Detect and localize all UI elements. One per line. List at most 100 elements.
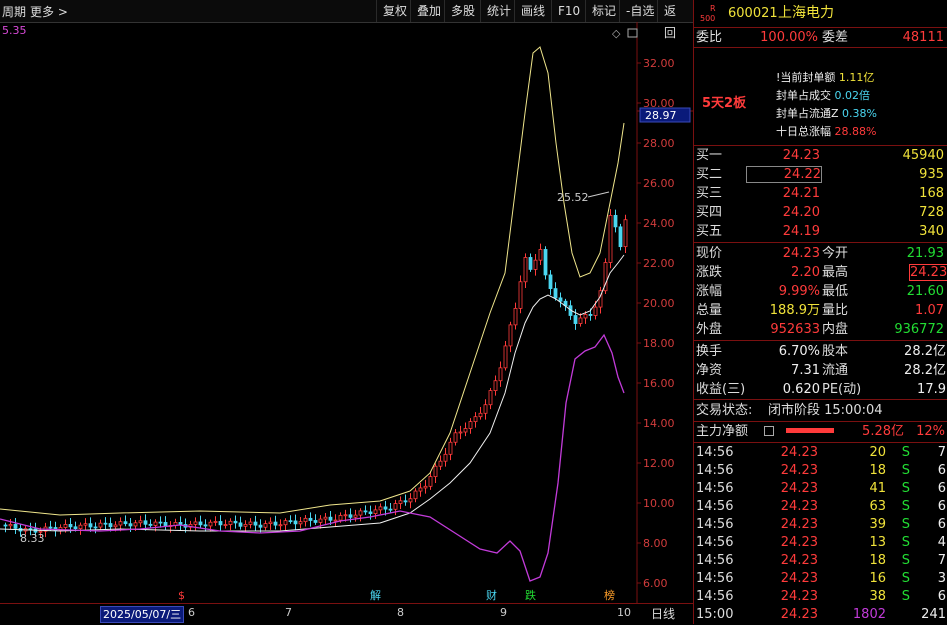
candle-body: [528, 257, 533, 270]
candle-body: [318, 518, 323, 523]
candle-body: [78, 524, 83, 530]
bid-row[interactable]: 买五 24.19 340: [694, 222, 947, 241]
kline-chart-area[interactable]: ◇ 32.00 30.00 28.00 26.00 24.00 22.00 20.00 18.…: [0, 22, 693, 603]
candle-body: [88, 523, 93, 528]
bid-row[interactable]: 买一 24.23 45940: [694, 146, 947, 165]
tick-volume: 16: [869, 571, 886, 586]
draw-line-button[interactable]: 画线: [514, 0, 551, 22]
bid-row[interactable]: 买二 24.22 935: [694, 165, 947, 184]
candle-body: [573, 315, 578, 324]
stock-terminal-window: 周期 更多 > 复权 叠加 多股 统计 画线 F10 标记 -自选 返回 ◇ 3…: [0, 0, 947, 624]
finance-marker[interactable]: 财: [486, 588, 497, 602]
candle-body: [143, 520, 148, 525]
candle-body: [498, 367, 503, 382]
tick-count: 4: [937, 535, 946, 550]
candle-body: [108, 523, 113, 528]
tick-side: S: [901, 499, 910, 514]
quote-value: 188.9万: [769, 303, 820, 318]
f10-button[interactable]: F10: [551, 0, 586, 22]
candle-body: [228, 520, 233, 525]
overlay-button[interactable]: 叠加: [410, 0, 447, 22]
candle-body: [48, 526, 53, 529]
bid-row[interactable]: 买三 24.21 168: [694, 184, 947, 203]
tick-price: 24.23: [780, 535, 818, 550]
quote-value: 9.99%: [778, 284, 820, 299]
kline-chart[interactable]: ◇ 32.0030.0028.0026.0024.0022.0020.0018.…: [0, 22, 693, 603]
candle-body: [343, 514, 348, 517]
board-tag: 5天2板: [702, 96, 747, 111]
mark-button[interactable]: 标记: [585, 0, 622, 22]
candle-body: [308, 517, 313, 521]
candle-body: [388, 508, 393, 511]
list-icon[interactable]: [764, 426, 774, 436]
period-selector[interactable]: 日线: [651, 605, 675, 622]
quote-row: 外盘 952633 内盘 936772: [694, 320, 947, 339]
tick-price: 24.23: [780, 445, 818, 460]
candle-body: [3, 524, 8, 527]
main-flow-value: 5.28亿: [862, 424, 904, 439]
candle-body: [488, 390, 493, 406]
status-value: 闭市阶段 15:00:04: [768, 403, 883, 418]
bid-row[interactable]: 买四 24.20 728: [694, 203, 947, 222]
candle-body: [313, 520, 318, 523]
code-badge: 500: [700, 14, 716, 23]
period-menu[interactable]: 周期: [2, 3, 26, 20]
tick-time: 14:56: [696, 517, 734, 532]
weicha-label: 委差: [822, 30, 849, 45]
candle-body: [278, 524, 283, 527]
high-annotation: 25.52: [557, 191, 589, 204]
back-button[interactable]: 返回: [657, 0, 693, 40]
candle-body: [138, 520, 143, 524]
date-cursor-label: 2025/05/07/三: [100, 606, 185, 623]
tick-row: 14:56 24.23 16 S 3: [694, 570, 947, 588]
quote-row: 涨跌 2.20 最高 24.23: [694, 263, 947, 282]
candle-body: [243, 523, 248, 527]
ma-value-label: 5.35: [2, 24, 27, 37]
candle-body: [413, 490, 418, 500]
quote-label: 涨跌: [696, 265, 723, 280]
window-icon[interactable]: [627, 28, 638, 38]
tick-count: 6: [937, 517, 946, 532]
quote-label: 最高: [822, 265, 849, 280]
candle-body: [103, 522, 108, 525]
list-marker[interactable]: 榜: [604, 588, 615, 602]
candle-body: [353, 514, 358, 518]
weibi-row: 委比 100.00% 委差 48111: [694, 28, 947, 47]
bid-volume: 45940: [902, 148, 944, 163]
drop-marker[interactable]: 跌: [525, 588, 536, 602]
candle-body: [503, 345, 508, 369]
stock-name: 上海电力: [778, 5, 834, 21]
candle-body: [518, 281, 523, 309]
ma-line: [0, 333, 625, 582]
tick-count: 6: [937, 499, 946, 514]
price-tick-label: 32.00: [643, 57, 675, 70]
fund-label: 收益(三): [696, 382, 746, 397]
tick-side: S: [901, 463, 910, 478]
fund-label: 流通: [822, 363, 849, 378]
tick-side: S: [901, 445, 910, 460]
price-tick-label: 26.00: [643, 177, 675, 190]
unlock-marker[interactable]: 解: [370, 588, 381, 602]
candle-body: [368, 511, 373, 514]
candle-body: [133, 522, 138, 527]
tick-row: 14:56 24.23 18 S 6: [694, 462, 947, 480]
stats-button[interactable]: 统计: [480, 0, 517, 22]
candle-body: [418, 487, 423, 492]
fuquan-button[interactable]: 复权: [376, 0, 413, 22]
multi-stock-button[interactable]: 多股: [444, 0, 481, 22]
candle-body: [523, 257, 528, 283]
bid-label: 买四: [696, 205, 723, 220]
tick-time: 14:56: [696, 571, 734, 586]
diamond-icon[interactable]: ◇: [612, 27, 621, 40]
tick-count: 241: [921, 607, 946, 622]
more-menu[interactable]: 更多 >: [30, 3, 68, 20]
candle-body: [373, 509, 378, 514]
remove-watchlist-button[interactable]: -自选: [619, 0, 660, 22]
month-label: 6: [188, 606, 195, 619]
candle-body: [538, 249, 543, 261]
price-tick-label: 28.00: [643, 137, 675, 150]
dividend-marker[interactable]: $: [178, 589, 185, 602]
tick-volume: 63: [869, 499, 886, 514]
price-tick-label: 18.00: [643, 337, 675, 350]
candle-body: [338, 515, 343, 521]
